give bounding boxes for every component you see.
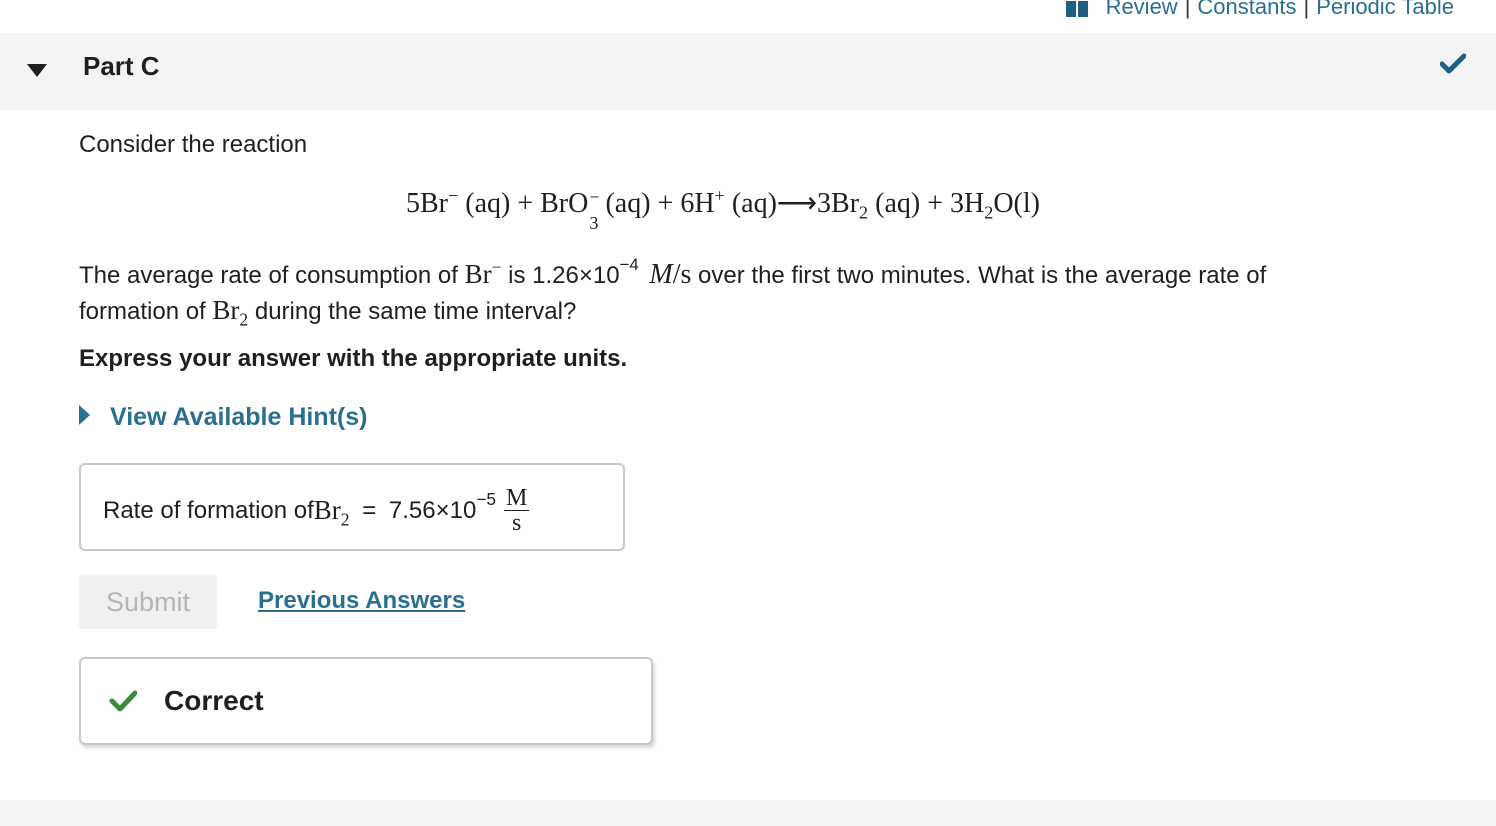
answer-value[interactable]: 7.56×10−5 <box>389 490 496 525</box>
separator: | <box>1303 0 1310 19</box>
answer-unit[interactable]: M s <box>504 486 530 535</box>
answer-label-formula: Br2 <box>313 495 350 530</box>
answer-label: Rate of formation of <box>103 496 314 524</box>
separator: | <box>1184 0 1191 19</box>
feedback-label: Correct <box>164 685 264 716</box>
book-icon <box>1065 1 1088 17</box>
answer-instruction: Express your answer with the appropriate… <box>79 345 628 372</box>
submit-button[interactable]: Submit <box>79 575 217 629</box>
reaction-equation: 5Br− (aq) + BrO −3 (aq) + 6H+ (aq)⟶3Br2 (… <box>406 185 1040 234</box>
answer-content: Rate of formation of Br2 = 7.56×10−5 M s <box>103 486 530 535</box>
part-header[interactable]: Part C <box>0 33 1496 110</box>
previous-answers-link[interactable]: Previous Answers <box>258 587 465 615</box>
constants-link[interactable]: Constants <box>1197 0 1296 20</box>
footer-band <box>0 800 1496 826</box>
part-title: Part C <box>83 51 160 81</box>
caret-down-icon[interactable] <box>27 64 47 82</box>
check-icon <box>1439 53 1467 80</box>
answer-box: Rate of formation of Br2 = 7.56×10−5 M s <box>79 463 625 551</box>
question-intro: Consider the reaction <box>79 131 308 158</box>
question-text: The average rate of consumption of Br− i… <box>79 255 1267 330</box>
periodic-table-link[interactable]: Periodic Table <box>1316 0 1454 20</box>
feedback-box: Correct <box>79 657 653 745</box>
view-hints-link[interactable]: View Available Hint(s) <box>79 403 367 432</box>
caret-right-icon <box>79 403 90 432</box>
equals-sign: = <box>355 496 383 524</box>
view-hints-label: View Available Hint(s) <box>110 403 368 431</box>
check-icon <box>109 690 138 717</box>
review-link[interactable]: Review <box>1106 0 1178 20</box>
toolbar-links: Review | Constants | Periodic Table <box>1065 0 1454 22</box>
